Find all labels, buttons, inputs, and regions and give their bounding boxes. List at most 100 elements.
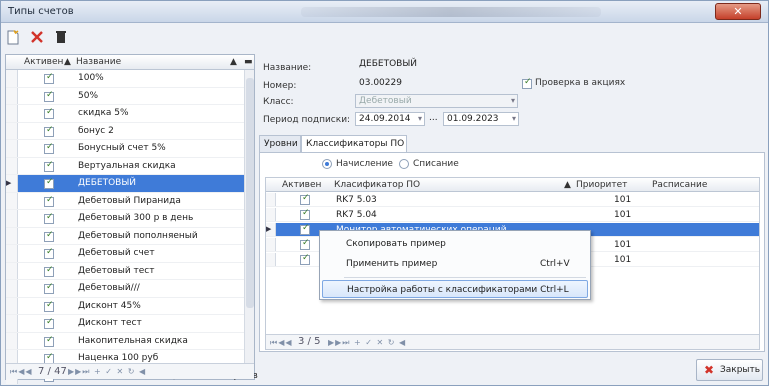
account-type-name: Дебетовый/// xyxy=(78,283,140,293)
account-type-name: Дебетовый счет xyxy=(78,248,155,258)
nav-next-last-icons[interactable]: ▶▶⏭ + ✓ ✕ ↻ ◀ xyxy=(328,338,406,348)
table-row[interactable]: Дебетовый счет xyxy=(6,245,244,263)
account-types-grid: Активен ▲ Название ▲ ▬ 100% 50% скидка 5% б… xyxy=(5,54,258,385)
table-row[interactable]: Дебетовый 300 р в день xyxy=(6,210,244,228)
active-checkbox[interactable] xyxy=(44,212,54,224)
right-grid-header: Активен Класификатор ПО ▲ Приоритет Расп… xyxy=(266,178,759,192)
column-classifier[interactable]: Класификатор ПО xyxy=(334,180,420,190)
table-row[interactable]: Дебетовый тест xyxy=(6,262,244,280)
close-button[interactable]: ✖ Закрыть xyxy=(696,359,763,381)
table-row[interactable]: Дисконт тест xyxy=(6,315,244,333)
table-row[interactable]: Дебетовый/// xyxy=(6,280,244,298)
active-checkbox[interactable] xyxy=(44,72,54,84)
account-type-name: Накопительная скидка xyxy=(78,335,188,346)
close-icon: ✕ xyxy=(733,5,743,18)
left-grid-scrollbar[interactable] xyxy=(244,70,254,364)
table-row[interactable]: 50% xyxy=(6,87,244,105)
menu-item-apply-example[interactable]: Применить пример Ctrl+V xyxy=(322,255,588,273)
row-indicator xyxy=(6,70,18,87)
account-type-name: Дебетовый тест xyxy=(78,265,155,276)
class-combo[interactable]: Дебетовый ▾ xyxy=(355,94,518,108)
window-close-button[interactable]: ✕ xyxy=(715,3,761,20)
accrual-label: Начисление xyxy=(336,159,393,169)
active-checkbox[interactable] xyxy=(300,223,310,235)
row-indicator xyxy=(6,297,18,314)
delete-icon[interactable] xyxy=(28,28,46,46)
menu-item-copy-example[interactable]: Скопировать пример xyxy=(322,235,588,253)
active-checkbox[interactable] xyxy=(44,300,54,312)
table-row[interactable]: 100% xyxy=(6,70,244,88)
nav-first-prev-icons[interactable]: ⏮◀◀ xyxy=(270,338,293,348)
table-row[interactable]: RK7 5.03 101 xyxy=(266,193,759,207)
nav-next-last-icons[interactable]: ▶▶⏭ + ✓ ✕ ↻ ◀ xyxy=(68,367,146,377)
close-icon: ✖ xyxy=(704,363,715,377)
row-indicator: ▶ xyxy=(266,223,276,236)
active-checkbox[interactable] xyxy=(300,253,310,265)
active-checkbox[interactable] xyxy=(300,193,310,205)
classifier-name: RK7 5.03 xyxy=(336,195,377,205)
row-indicator xyxy=(266,253,276,266)
row-indicator xyxy=(6,157,18,174)
account-type-name: Дисконт 45% xyxy=(78,300,141,311)
column-schedule[interactable]: Расписание xyxy=(652,180,707,190)
table-row[interactable]: Дебетовый пополняеный xyxy=(6,227,244,245)
column-priority[interactable]: Приоритет xyxy=(576,180,627,190)
tab-levels[interactable]: Уровни xyxy=(259,135,301,153)
row-indicator xyxy=(6,105,18,122)
name-label: Название: xyxy=(263,63,312,73)
title-blur xyxy=(301,7,601,17)
row-indicator: ▶ xyxy=(6,175,18,192)
add-document-icon[interactable] xyxy=(4,28,22,46)
nav-first-prev-icons[interactable]: ⏮◀◀ xyxy=(10,367,33,377)
chevron-down-icon: ▾ xyxy=(510,96,515,105)
active-checkbox[interactable] xyxy=(44,247,54,259)
check-in-promotions-checkbox[interactable] xyxy=(522,77,532,89)
active-checkbox[interactable] xyxy=(44,230,54,242)
period-to-combo[interactable]: 01.09.2023 ▾ xyxy=(443,112,519,126)
left-nav-position: 7 / 47 xyxy=(38,366,67,377)
table-row[interactable]: RK7 5.04 101 xyxy=(266,208,759,222)
column-active[interactable]: Активен xyxy=(282,180,321,190)
table-row[interactable]: Дебетовый Пиранида xyxy=(6,192,244,210)
account-type-name: Дисконт тест xyxy=(78,318,142,328)
accrual-radio[interactable] xyxy=(322,159,332,169)
active-checkbox[interactable] xyxy=(44,195,54,207)
tab-classifiers[interactable]: Классификаторы ПО xyxy=(301,135,407,153)
active-checkbox[interactable] xyxy=(44,160,54,172)
table-row[interactable]: Дисконт 45% xyxy=(6,297,244,315)
row-indicator xyxy=(6,245,18,262)
period-from-value: 24.09.2014 xyxy=(359,114,411,124)
active-checkbox[interactable] xyxy=(300,208,310,220)
left-grid-header: Активен ▲ Название ▲ ▬ xyxy=(6,55,254,70)
active-checkbox[interactable] xyxy=(44,90,54,102)
table-row[interactable]: бонус 2 xyxy=(6,122,244,140)
active-checkbox[interactable] xyxy=(44,142,54,154)
table-row[interactable]: скидка 5% xyxy=(6,105,244,123)
name-field[interactable]: ДЕБЕТОВЫЙ xyxy=(359,59,417,69)
number-field[interactable]: 03.00229 xyxy=(359,78,402,88)
table-row[interactable]: Вертуальная скидка xyxy=(6,157,244,175)
active-checkbox[interactable] xyxy=(44,125,54,137)
menu-item-label: Применить пример xyxy=(346,259,438,269)
period-to-value: 01.09.2023 xyxy=(447,114,499,124)
active-checkbox[interactable] xyxy=(300,238,310,250)
active-checkbox[interactable] xyxy=(44,265,54,277)
pin-icon: ▬ xyxy=(244,57,253,67)
column-active[interactable]: Активен xyxy=(24,57,63,67)
writeoff-radio[interactable] xyxy=(399,159,409,169)
period-from-combo[interactable]: 24.09.2014 ▾ xyxy=(355,112,425,126)
scroll-thumb[interactable] xyxy=(246,78,254,308)
active-checkbox[interactable] xyxy=(44,317,54,329)
writeoff-label: Списание xyxy=(413,159,459,169)
menu-item-classifier-settings[interactable]: Настройка работы с классификаторами Ctrl… xyxy=(322,280,588,298)
row-indicator xyxy=(266,208,276,221)
table-row[interactable]: Накопительная скидка xyxy=(6,332,244,350)
active-checkbox[interactable] xyxy=(44,335,54,347)
table-row[interactable]: Бонусный счет 5% xyxy=(6,140,244,158)
active-checkbox[interactable] xyxy=(44,107,54,119)
table-row[interactable]: ▶ ДЕБЕТОВЫЙ xyxy=(6,175,244,193)
column-name[interactable]: Название xyxy=(76,57,121,67)
active-checkbox[interactable] xyxy=(44,177,54,189)
trash-icon[interactable] xyxy=(52,28,70,46)
active-checkbox[interactable] xyxy=(44,282,54,294)
